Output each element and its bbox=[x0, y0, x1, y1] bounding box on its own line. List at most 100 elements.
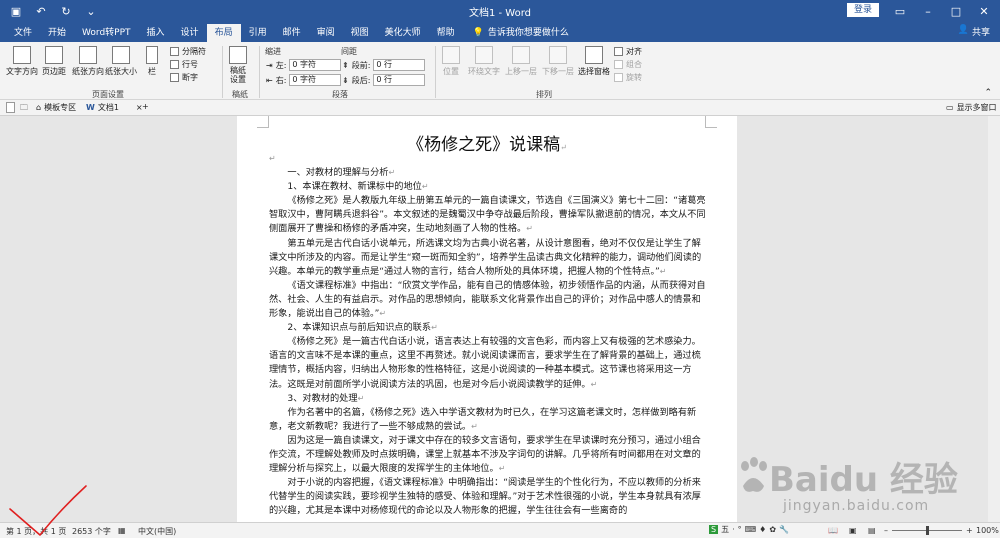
proofing-icon[interactable]: ▦ bbox=[118, 526, 126, 535]
new-doc-icon[interactable] bbox=[6, 102, 15, 113]
paragraph: 《杨修之死》是人教版九年级上册第五单元的一篇自读课文，节选自《三国演义》第七十二… bbox=[269, 195, 706, 235]
align-button[interactable]: 对齐 bbox=[614, 46, 642, 57]
close-icon[interactable]: ✕ bbox=[970, 2, 998, 20]
paragraph: 第五单元是古代白话小说单元，所选课文均为古典小说名著，从设计意图看，绝对不仅仅是… bbox=[269, 237, 702, 277]
margins-button[interactable]: 页边距 bbox=[42, 46, 66, 77]
wrench-icon[interactable]: 🔧 bbox=[779, 525, 789, 534]
minimize-icon[interactable]: – bbox=[914, 2, 942, 20]
group-label-manuscript: 稿纸 bbox=[232, 90, 248, 99]
tell-me-box[interactable]: 💡 告诉我你想要做什么 bbox=[463, 24, 569, 42]
paragraph: 一、对教材的理解与分析↵ bbox=[287, 167, 396, 179]
tab-help[interactable]: 帮助 bbox=[429, 24, 463, 42]
columns-button[interactable]: 栏 bbox=[146, 46, 158, 77]
person-icon: 👤 bbox=[957, 25, 969, 35]
ribbon-display-icon[interactable]: ▭ bbox=[886, 2, 914, 20]
send-backward-button[interactable]: 下移一层 bbox=[542, 46, 574, 77]
align-icon bbox=[614, 47, 623, 56]
word-count[interactable]: 2653 个字 bbox=[72, 526, 111, 537]
spacing-header: 间距 bbox=[341, 47, 357, 56]
bring-forward-button[interactable]: 上移一层 bbox=[505, 46, 537, 77]
position-button[interactable]: 位置 bbox=[442, 46, 460, 77]
maximize-icon[interactable]: □ bbox=[942, 2, 970, 20]
manuscript-settings-button[interactable]: 稿纸 设置 bbox=[229, 46, 247, 84]
document-page[interactable]: 《杨修之死》说课稿↵ ↵ 一、对教材的理解与分析↵ 1、本课在教材、新课标中的地… bbox=[237, 116, 737, 522]
indent-right-field: ⇤ 右: 0 字符 bbox=[266, 74, 342, 86]
spacing-before-field: ⇞ 段前: 0 行 bbox=[342, 59, 426, 71]
spacing-before-input[interactable]: 0 行 bbox=[373, 59, 426, 71]
rotate-icon bbox=[614, 73, 623, 82]
tab-mailings[interactable]: 邮件 bbox=[275, 24, 309, 42]
paragraph: 3、对教材的处理↵ bbox=[287, 392, 365, 404]
tab-home[interactable]: 开始 bbox=[40, 24, 74, 42]
hyphenation-icon bbox=[170, 73, 179, 82]
indent-right-input[interactable]: 0 字符 bbox=[289, 74, 342, 86]
tab-insert[interactable]: 插入 bbox=[139, 24, 173, 42]
paper-size-icon bbox=[112, 46, 130, 64]
tab-view[interactable]: 视图 bbox=[343, 24, 377, 42]
vertical-scrollbar[interactable] bbox=[988, 116, 1000, 522]
group-label-page-setup: 页面设置 bbox=[92, 90, 124, 99]
web-layout-icon[interactable]: ▤ bbox=[868, 526, 876, 535]
language-indicator[interactable]: 中文(中国) bbox=[138, 526, 176, 537]
zoom-level[interactable]: 100% bbox=[976, 526, 999, 535]
spacing-after-input[interactable]: 0 行 bbox=[373, 74, 426, 86]
line-numbers-button[interactable]: 行号 bbox=[170, 59, 198, 70]
margin-corner bbox=[257, 116, 269, 128]
zoom-out-button[interactable]: – bbox=[884, 526, 888, 535]
rotate-button[interactable]: 旋转 bbox=[614, 72, 642, 83]
position-icon bbox=[442, 46, 460, 64]
tell-me-text: 告诉我你想要做什么 bbox=[487, 28, 569, 38]
open-folder-icon[interactable]: 🗀 bbox=[20, 102, 28, 116]
text-direction-button[interactable]: 文字方向 bbox=[6, 46, 38, 77]
collapse-ribbon-icon[interactable]: ⌃ bbox=[984, 88, 992, 98]
tab-references[interactable]: 引用 bbox=[241, 24, 275, 42]
page-count[interactable]: 第 1 页，共 1 页 bbox=[6, 526, 66, 537]
spacing-before-icon: ⇞ bbox=[342, 60, 349, 70]
paragraph: 因为这是一篇自读课文，对于课文中存在的较多文言语句，要求学生在早读课时充分预习，… bbox=[269, 434, 701, 475]
selection-pane-button[interactable]: 选择窗格 bbox=[578, 46, 610, 77]
watermark-text: Baidu 经验 bbox=[769, 460, 958, 500]
tab-file[interactable]: 文件 bbox=[6, 24, 40, 42]
hyphenation-button[interactable]: 断字 bbox=[170, 72, 198, 83]
login-button[interactable]: 登录 bbox=[847, 3, 879, 17]
breaks-button[interactable]: 分隔符 bbox=[170, 46, 206, 57]
size-button[interactable]: 纸张大小 bbox=[105, 46, 137, 77]
columns-icon bbox=[146, 46, 158, 64]
zoom-in-button[interactable]: + bbox=[966, 526, 973, 535]
group-icon bbox=[614, 60, 623, 69]
home-icon: ⌂ bbox=[36, 103, 42, 112]
group-separator bbox=[435, 46, 436, 98]
tab-review[interactable]: 审阅 bbox=[309, 24, 343, 42]
ime-logo-icon[interactable]: S bbox=[709, 525, 719, 534]
indent-left-icon: ⇥ bbox=[266, 60, 273, 70]
margins-icon bbox=[45, 46, 63, 64]
document-tab-bar: 🗀 ⌂ 模板专区 W 文档1 × + ▭ 显示多窗口 bbox=[0, 100, 1000, 116]
read-mode-icon[interactable]: 📖 bbox=[828, 526, 838, 535]
tab-layout[interactable]: 布局 bbox=[206, 24, 241, 42]
new-tab-button[interactable]: + bbox=[142, 102, 149, 111]
tab-word-to-ppt[interactable]: Word转PPT bbox=[74, 24, 139, 42]
ime-toolbar: S 五 · ° ⌨ ♦ ✿ 🔧 bbox=[709, 525, 790, 534]
indent-left-input[interactable]: 0 字符 bbox=[289, 59, 342, 71]
template-tab[interactable]: ⌂ 模板专区 bbox=[36, 102, 76, 113]
group-separator bbox=[259, 46, 260, 98]
wrap-text-button[interactable]: 环绕文字 bbox=[468, 46, 500, 77]
watermark-url: jingyan.baidu.com bbox=[783, 498, 930, 514]
orientation-button[interactable]: 纸张方向 bbox=[72, 46, 104, 77]
group-button[interactable]: 组合 bbox=[614, 59, 642, 70]
share-button[interactable]: 👤 共享 bbox=[958, 25, 990, 38]
orientation-icon bbox=[79, 46, 97, 64]
manuscript-icon bbox=[229, 46, 247, 64]
document-tab[interactable]: W 文档1 × bbox=[86, 102, 143, 113]
zoom-slider-thumb[interactable] bbox=[926, 526, 929, 535]
show-multi-window-button[interactable]: ▭ 显示多窗口 bbox=[946, 102, 997, 113]
tab-beautify[interactable]: 美化大师 bbox=[377, 24, 429, 42]
text-direction-icon bbox=[13, 46, 31, 64]
ribbon: 文字方向 页边距 纸张方向 纸张大小 栏 分隔符 行号 断字 页面设置 稿纸 设… bbox=[0, 42, 1000, 100]
title-bar: ▣ ↶ ↻ ⌄ 文档1 - Word 登录 ▭ – □ ✕ bbox=[0, 0, 1000, 22]
print-layout-icon[interactable]: ▣ bbox=[849, 526, 857, 535]
group-label-arrange: 排列 bbox=[536, 90, 552, 99]
paragraph: 1、本课在教材、新课标中的地位↵ bbox=[287, 181, 429, 193]
tab-design[interactable]: 设计 bbox=[173, 24, 207, 42]
paw-logo-icon bbox=[741, 457, 767, 492]
